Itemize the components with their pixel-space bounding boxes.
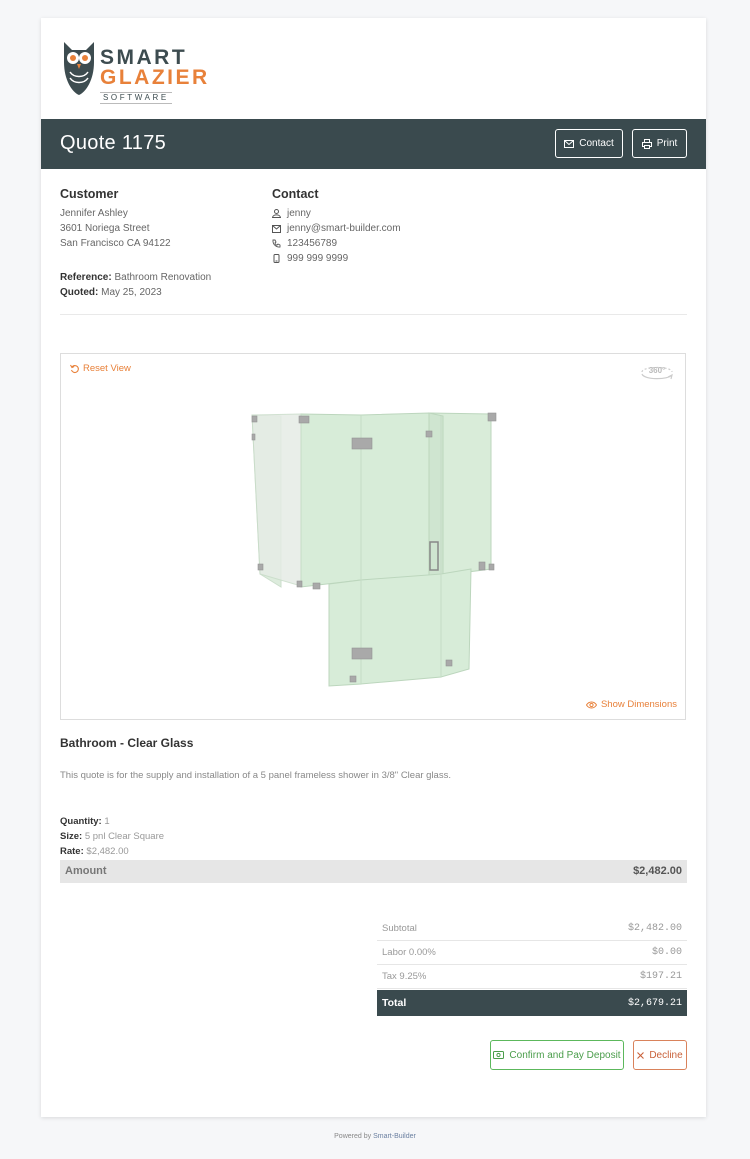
contact-email-row: jenny@smart-builder.com [272,221,401,236]
shower-3d-model [251,412,497,687]
quantity-row: Quantity: 1 [60,814,164,829]
envelope-icon [272,224,281,233]
total-value: $2,679.21 [627,997,682,1009]
rate-value: $2,482.00 [86,846,129,857]
contact-phone-row: 123456789 [272,236,401,251]
shower-glass-panels [251,412,492,687]
eye-icon [585,701,597,708]
product-description: This quote is for the supply and install… [60,770,451,781]
tax-label: Tax 9.25% [382,971,427,982]
size-row: Size: 5 pnl Clear Square [60,829,164,844]
totals-table: Subtotal $2,482.00 Labor 0.00% $0.00 Tax 9… [377,917,687,1016]
amount-label: Amount [65,865,107,877]
quoted-value: May 25, 2023 [101,287,162,298]
contact-button-label: Contact [579,138,614,149]
labor-label: Labor 0.00% [382,947,436,958]
total-row: Total $2,679.21 [377,990,687,1016]
close-icon [637,1051,645,1059]
page-title: Quote 1175 [60,132,167,154]
show-dimensions-button[interactable]: Show Dimensions [585,699,677,710]
user-icon [272,209,281,218]
customer-city: San Francisco CA 94122 [60,238,171,249]
tax-value: $197.21 [639,971,682,982]
subtotal-row: Subtotal $2,482.00 [377,917,687,941]
print-button[interactable]: Print [632,129,687,158]
size-value: 5 pnl Clear Square [84,831,165,842]
labor-row: Labor 0.00% $0.00 [377,941,687,965]
reference-value: Bathroom Renovation [114,272,212,283]
rate-row: Rate: $2,482.00 [60,844,164,859]
contact-name-row: jenny [272,206,401,221]
logo-smart: SMART [100,46,188,69]
contact-button[interactable]: Contact [555,129,623,158]
show-dimensions-label: Show Dimensions [600,699,677,710]
contact-phone[interactable]: 123456789 [287,236,337,251]
subtotal-value: $2,482.00 [627,923,682,934]
reference-row: Reference: Bathroom Renovation [60,270,211,285]
quote-meta: Reference: Bathroom Renovation Quoted: M… [60,270,211,300]
decline-button[interactable]: Decline [633,1040,687,1070]
size-label: Size: [60,831,83,842]
quantity-value: 1 [104,816,110,827]
contact-name: jenny [287,208,311,219]
contact-mobile[interactable]: 999 999 9999 [287,251,348,266]
logo-software: SOFTWARE [100,92,172,104]
quoted-label: Quoted: [60,287,99,298]
print-button-label: Print [656,138,678,149]
customer-name: Jennifer Ashley [60,208,128,219]
printer-icon [641,138,652,149]
logo-glazier: GLAZIER [100,66,210,89]
footer-link[interactable]: Smart-Builder [373,1133,416,1140]
logo-wordmark: SMART GLAZIER SOFTWARE [100,47,210,105]
confirm-pay-deposit-button[interactable]: Confirm and Pay Deposit [490,1040,624,1070]
customer-street: 3601 Noriega Street [60,223,150,234]
amount-value: $2,482.00 [633,865,682,877]
money-icon [493,1051,505,1059]
envelope-icon [564,139,575,148]
mobile-phone-icon [273,254,280,263]
customer-address: Jennifer Ashley 3601 Noriega Street San … [60,206,171,251]
section-divider [60,314,687,315]
labor-value: $0.00 [651,947,682,958]
rate-label: Rate: [60,846,84,857]
footer-prefix: Powered by [334,1133,372,1140]
quoted-row: Quoted: May 25, 2023 [60,285,211,300]
subtotal-label: Subtotal [382,923,417,934]
decline-button-label: Decline [649,1049,683,1061]
contact-details: jenny jenny@smart-builder.com 123456789 … [272,206,401,266]
quote-card: SMART GLAZIER SOFTWARE Quote 1175 Contac… [41,18,706,1117]
quantity-label: Quantity: [60,816,102,827]
contact-mobile-row: 999 999 9999 [272,251,401,266]
smart-glazier-logo: SMART GLAZIER SOFTWARE [60,40,207,104]
owl-logo-icon [64,42,94,95]
contact-email[interactable]: jenny@smart-builder.com [287,221,401,236]
confirm-button-label: Confirm and Pay Deposit [509,1049,621,1061]
phone-icon [272,239,281,248]
customer-heading: Customer [60,187,119,201]
quote-header-bar: Quote 1175 Contact Print [41,119,706,169]
tax-row: Tax 9.25% $197.21 [377,965,687,989]
product-title: Bathroom - Clear Glass [60,736,194,750]
product-specs: Quantity: 1 Size: 5 pnl Clear Square Rat… [60,814,164,859]
footer: Powered by Smart-Builder [0,1133,750,1140]
amount-bar: Amount $2,482.00 [60,860,687,883]
3d-viewer[interactable]: Reset View 360° Show Dimensions [60,353,686,720]
total-label: Total [382,997,407,1009]
contact-heading: Contact [272,187,319,201]
reference-label: Reference: [60,272,112,283]
